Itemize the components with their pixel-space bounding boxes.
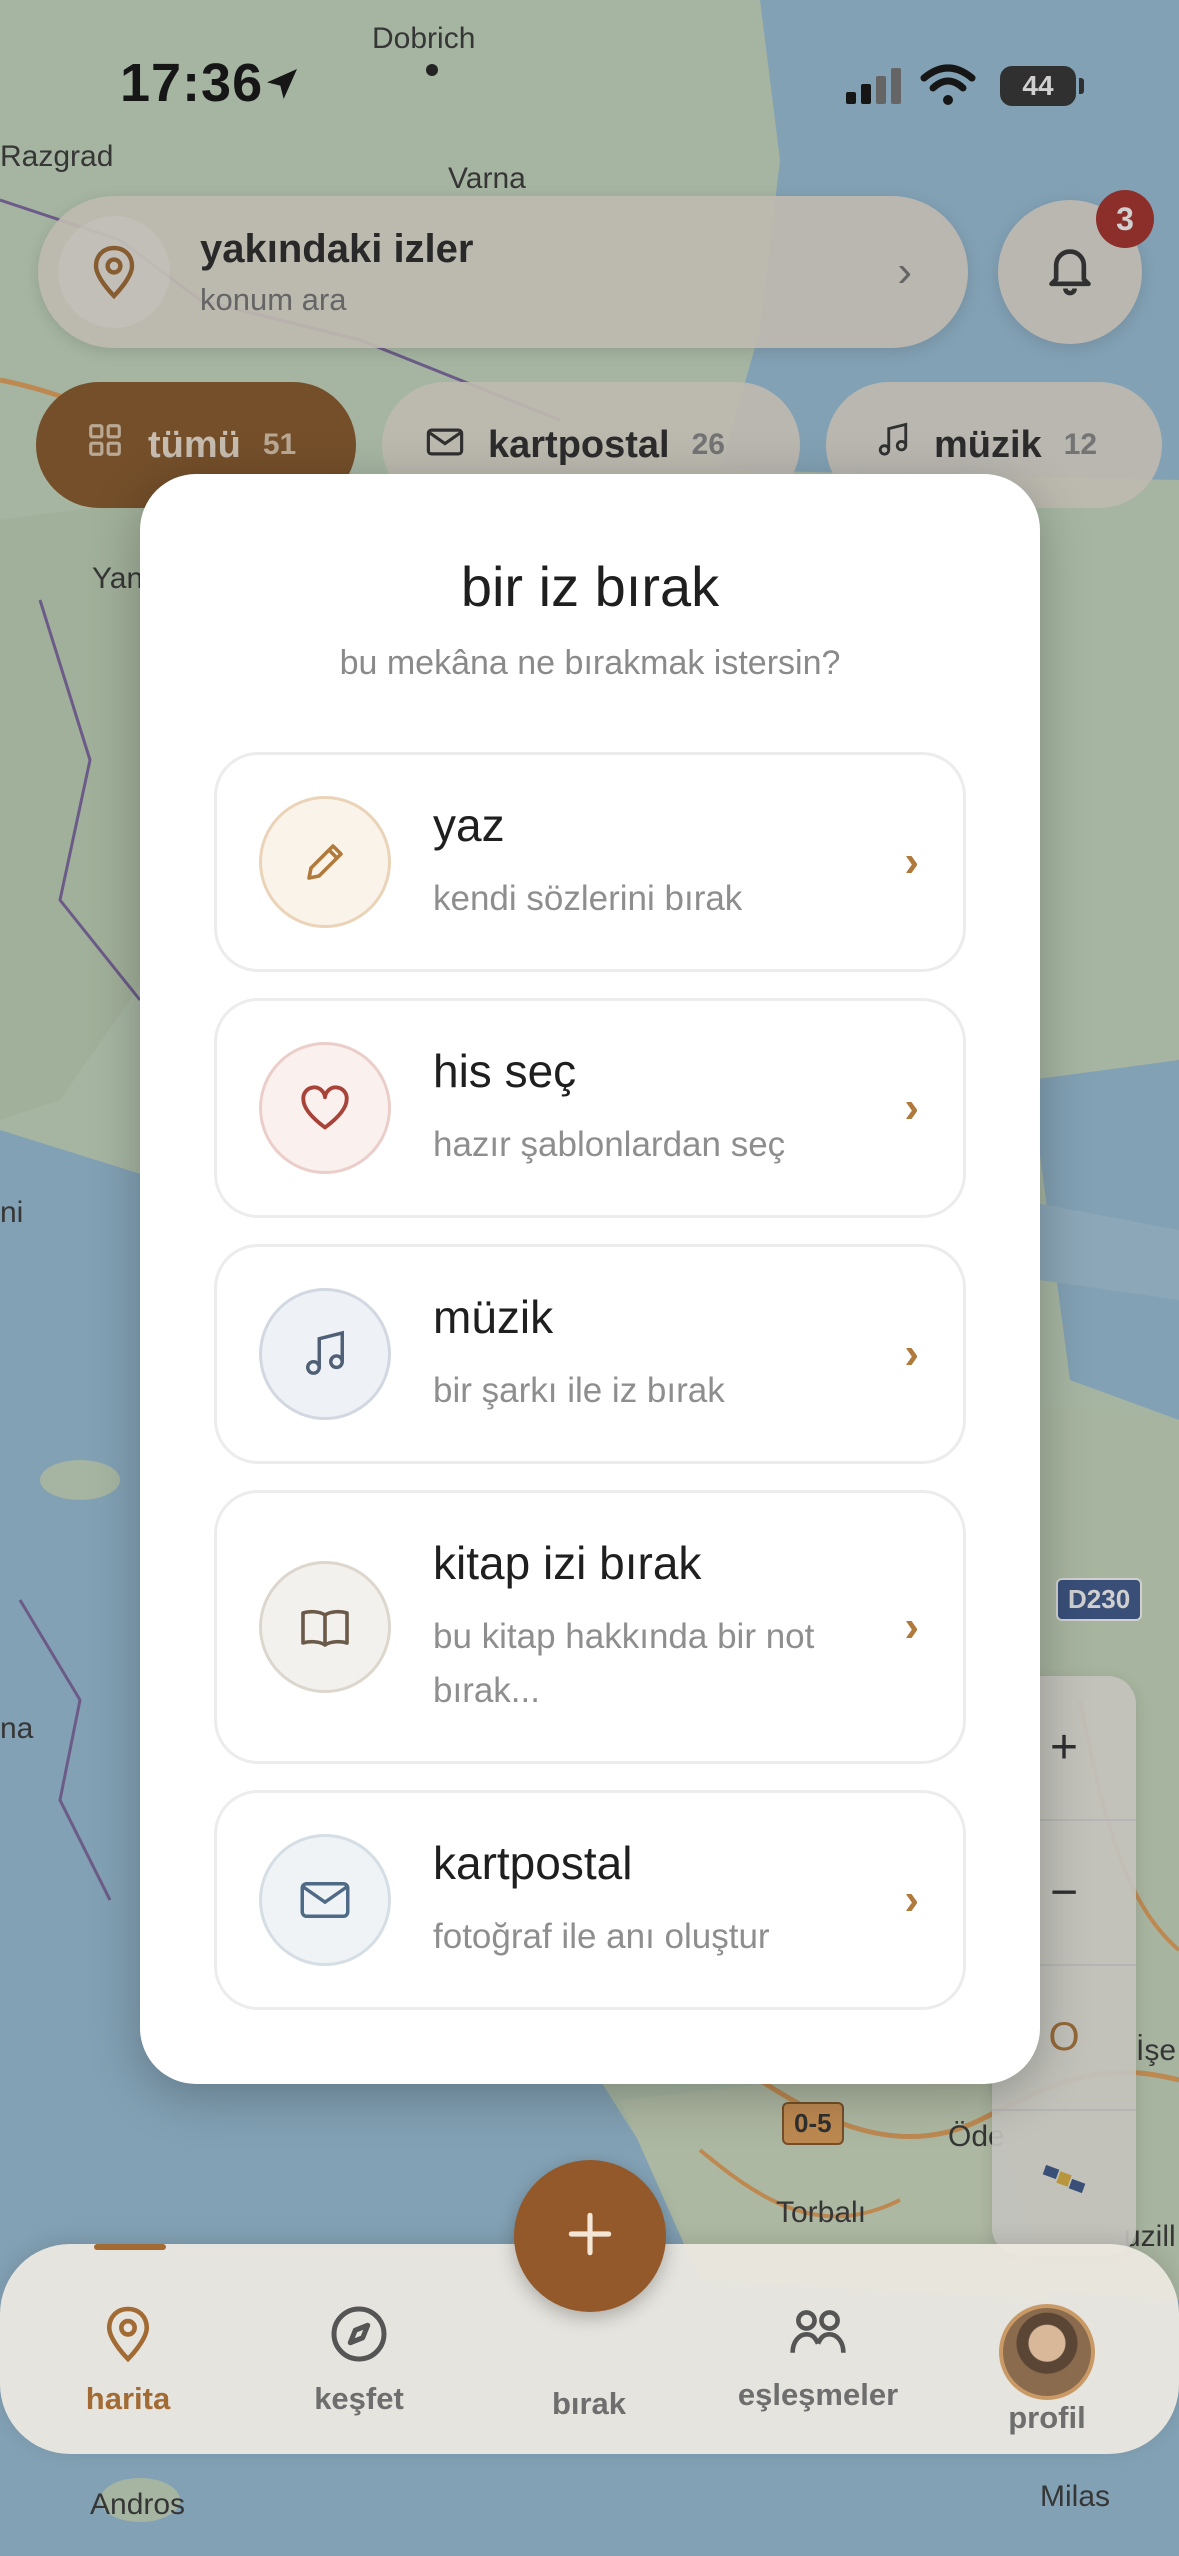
plus-icon <box>562 2206 618 2267</box>
option-description: bu kitap hakkında bir not bırak... <box>433 1617 815 1710</box>
nav-tab-matches[interactable]: eşleşmeler <box>718 2304 918 2413</box>
option-title: kitap izi bırak <box>433 1537 702 1589</box>
nav-label: harita <box>85 2381 171 2416</box>
location-pin-icon <box>103 2306 153 2368</box>
option-music[interactable]: müzik bir şarkı ile iz bırak › <box>214 1244 966 1464</box>
nav-label: eşleşmeler <box>737 2377 899 2412</box>
option-description: kendi sözlerini bırak <box>433 879 743 918</box>
envelope-icon <box>259 1834 391 1966</box>
option-postcard[interactable]: kartpostal fotoğraf ile anı oluştur › <box>214 1790 966 2010</box>
compass-icon <box>329 2306 389 2368</box>
chevron-right-icon: › <box>904 837 919 886</box>
nav-label: bırak <box>551 2386 627 2421</box>
heart-icon <box>259 1042 391 1174</box>
leave-trace-button[interactable] <box>514 2160 666 2312</box>
chevron-right-icon: › <box>904 1329 919 1378</box>
chevron-right-icon: › <box>904 1083 919 1132</box>
chevron-right-icon: › <box>904 1602 919 1651</box>
option-description: bir şarkı ile iz bırak <box>433 1371 725 1410</box>
option-title: kartpostal <box>433 1837 633 1889</box>
option-write[interactable]: yaz kendi sözlerini bırak › <box>214 752 966 972</box>
option-description: fotoğraf ile anı oluştur <box>433 1917 770 1956</box>
nav-label: keşfet <box>314 2381 404 2416</box>
active-tab-indicator <box>94 2244 166 2250</box>
option-description: hazır şablonlardan seç <box>433 1125 786 1164</box>
nav-tab-explore[interactable]: keşfet <box>259 2304 459 2417</box>
nav-tab-map[interactable]: harita <box>28 2304 228 2417</box>
modal-title: bir iz bırak <box>460 555 720 618</box>
nav-label: profil <box>1008 2400 1086 2435</box>
leave-trace-modal: bir iz bırak bu mekâna ne bırakmak ister… <box>140 474 1040 2084</box>
pencil-icon <box>259 796 391 928</box>
option-title: yaz <box>433 799 505 851</box>
option-book[interactable]: kitap izi bırak bu kitap hakkında bir no… <box>214 1490 966 1764</box>
book-icon <box>259 1561 391 1693</box>
option-title: müzik <box>433 1291 554 1343</box>
people-icon <box>788 2310 848 2364</box>
modal-subtitle: bu mekâna ne bırakmak istersin? <box>339 644 841 682</box>
option-feeling[interactable]: his seç hazır şablonlardan seç › <box>214 998 966 1218</box>
avatar <box>999 2304 1095 2400</box>
music-note-icon <box>259 1288 391 1420</box>
chevron-right-icon: › <box>904 1875 919 1924</box>
option-title: his seç <box>433 1045 577 1097</box>
nav-tab-profile[interactable]: profil <box>947 2304 1147 2436</box>
